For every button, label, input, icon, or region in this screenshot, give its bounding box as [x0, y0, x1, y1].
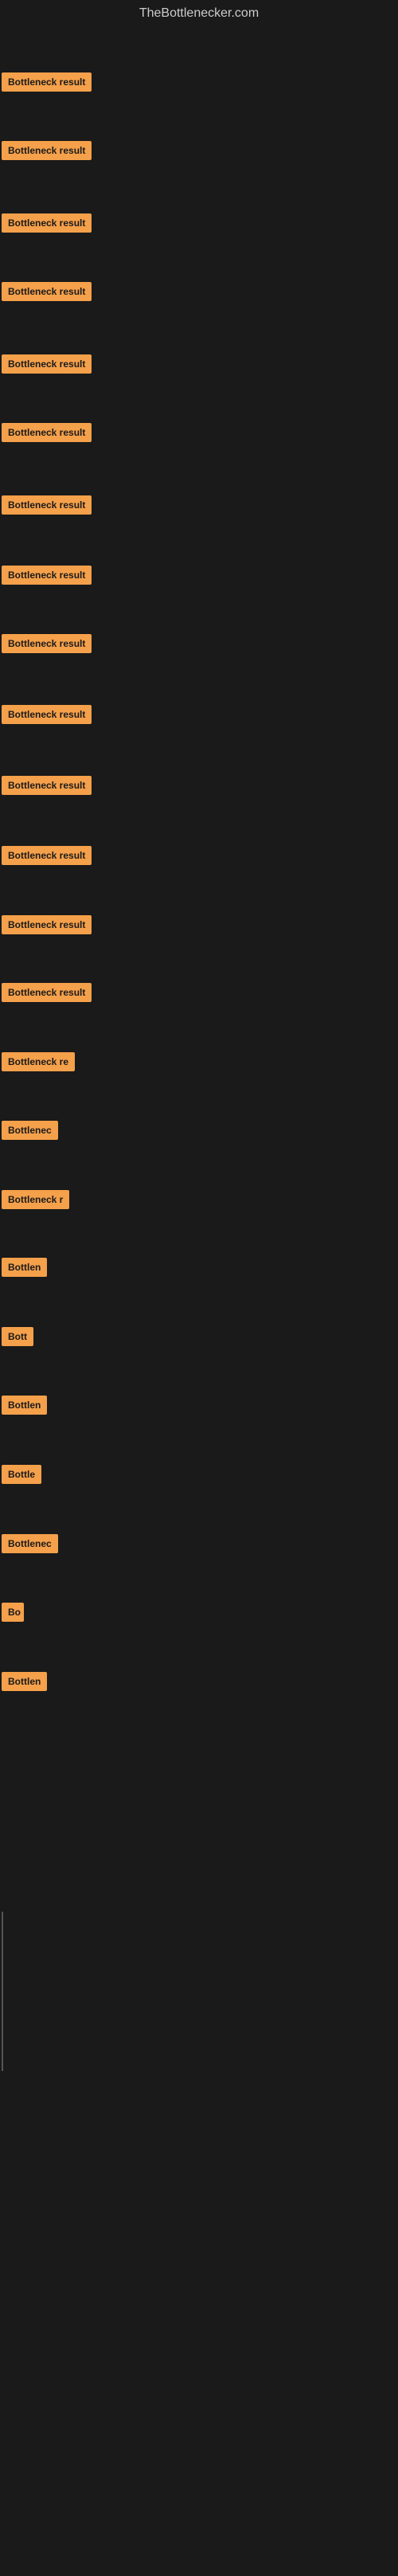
bottleneck-badge[interactable]: Bottleneck result — [2, 423, 92, 442]
bottleneck-badge[interactable]: Bottleneck result — [2, 141, 92, 160]
bottleneck-badge[interactable]: Bo — [2, 1603, 24, 1622]
bottleneck-row: Bottlen — [2, 1396, 47, 1419]
bottleneck-badge[interactable]: Bottleneck result — [2, 776, 92, 795]
bottleneck-badge[interactable]: Bottleneck result — [2, 566, 92, 585]
bottleneck-row: Bo — [2, 1603, 24, 1626]
bottleneck-badge[interactable]: Bottleneck result — [2, 72, 92, 92]
bottleneck-badge[interactable]: Bottleneck result — [2, 634, 92, 653]
bottleneck-badge[interactable]: Bottle — [2, 1465, 41, 1484]
bottleneck-badge[interactable]: Bottlenec — [2, 1121, 58, 1140]
bottleneck-badge[interactable]: Bottlen — [2, 1258, 47, 1277]
bottleneck-row: Bottleneck result — [2, 141, 92, 164]
bottleneck-row: Bottleneck result — [2, 423, 92, 446]
vertical-line — [2, 1912, 3, 2071]
bottleneck-badge[interactable]: Bottleneck result — [2, 846, 92, 865]
bottleneck-row: Bottleneck result — [2, 915, 92, 938]
bottleneck-badge[interactable]: Bottleneck result — [2, 495, 92, 515]
site-title: TheBottlenecker.com — [0, 0, 398, 27]
bottleneck-row: Bottleneck result — [2, 846, 92, 869]
bottleneck-row: Bottle — [2, 1465, 41, 1488]
bottleneck-badge[interactable]: Bottlen — [2, 1672, 47, 1691]
page-container: TheBottlenecker.com Bottleneck resultBot… — [0, 0, 398, 2576]
bottleneck-row: Bottleneck result — [2, 354, 92, 378]
bottleneck-row: Bottleneck result — [2, 634, 92, 657]
bottleneck-badge[interactable]: Bottleneck result — [2, 213, 92, 233]
bottleneck-row: Bottleneck result — [2, 213, 92, 237]
bottleneck-badge[interactable]: Bottleneck result — [2, 282, 92, 301]
bottleneck-badge[interactable]: Bottleneck result — [2, 705, 92, 724]
bottleneck-list: Bottleneck result Bottleneck result Bottle… — [0, 27, 398, 2576]
bottleneck-badge[interactable]: Bottleneck re — [2, 1052, 75, 1071]
bottleneck-badge[interactable]: Bottleneck r — [2, 1190, 69, 1209]
bottleneck-badge[interactable]: Bottlen — [2, 1396, 47, 1415]
bottleneck-row: Bottleneck result — [2, 495, 92, 519]
bottleneck-row: Bottlen — [2, 1258, 47, 1281]
bottleneck-row: Bottleneck result — [2, 705, 92, 728]
bottleneck-badge[interactable]: Bottleneck result — [2, 983, 92, 1002]
bottleneck-row: Bottleneck result — [2, 776, 92, 799]
bottleneck-row: Bottleneck r — [2, 1190, 69, 1213]
bottleneck-row: Bottleneck result — [2, 566, 92, 589]
bottleneck-row: Bott — [2, 1327, 33, 1350]
bottleneck-row: Bottlenec — [2, 1534, 58, 1557]
bottleneck-badge[interactable]: Bottleneck result — [2, 354, 92, 374]
bottleneck-row: Bottleneck result — [2, 72, 92, 96]
bottleneck-badge[interactable]: Bott — [2, 1327, 33, 1346]
bottleneck-badge[interactable]: Bottleneck result — [2, 915, 92, 934]
bottleneck-badge[interactable]: Bottlenec — [2, 1534, 58, 1553]
bottleneck-row: Bottleneck re — [2, 1052, 75, 1075]
bottleneck-row: Bottleneck result — [2, 983, 92, 1006]
bottleneck-row: Bottleneck result — [2, 282, 92, 305]
bottleneck-row: Bottlenec — [2, 1121, 58, 1144]
bottleneck-row: Bottlen — [2, 1672, 47, 1695]
